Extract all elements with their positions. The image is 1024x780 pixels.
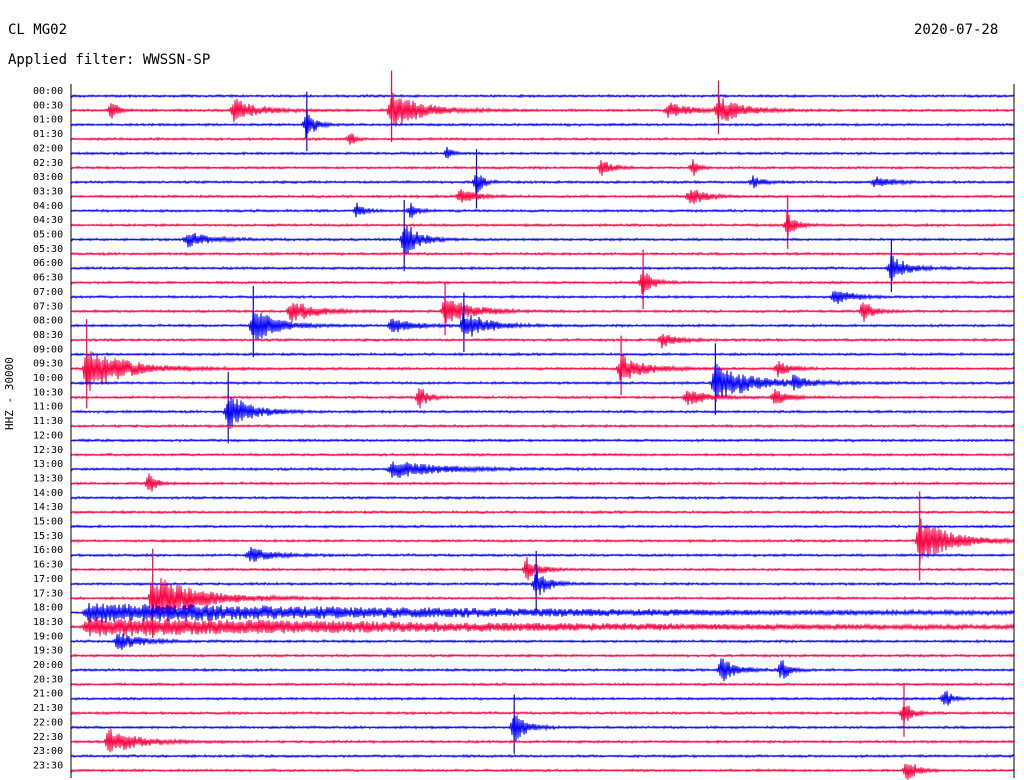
seismic-trace-row (70, 255, 1015, 281)
seismic-trace-row (70, 351, 1015, 392)
seismic-trace-row (70, 92, 1015, 127)
seismic-trace-row (70, 212, 1015, 237)
time-tick-label: 18:30 (33, 617, 63, 628)
seismic-trace-row (70, 202, 1015, 218)
seismic-trace-row (70, 437, 1015, 443)
time-tick-label: 03:00 (33, 172, 63, 183)
time-tick-label: 19:30 (33, 646, 63, 657)
time-tick-label: 00:00 (33, 86, 63, 97)
seismic-trace-row (70, 461, 1015, 478)
time-tick-label: 15:00 (33, 517, 63, 528)
time-tick-label: 12:00 (33, 430, 63, 441)
time-tick-label: 21:30 (33, 703, 63, 714)
seismic-trace-row (70, 518, 1015, 564)
time-tick-label: 23:00 (33, 746, 63, 757)
time-tick-label: 16:30 (33, 560, 63, 571)
time-tick-label: 08:00 (33, 316, 63, 327)
time-tick-label: 23:30 (33, 760, 63, 771)
time-tick-label: 15:30 (33, 531, 63, 542)
seismic-trace-row (70, 267, 1015, 295)
time-tick-label: 02:30 (33, 158, 63, 169)
time-tick-label: 16:00 (33, 545, 63, 556)
seismic-trace-row (70, 633, 1015, 651)
time-tick-label: 05:00 (33, 230, 63, 241)
time-tick-label: 22:30 (33, 732, 63, 743)
seismic-trace-row (70, 297, 1015, 324)
time-tick-label: 22:00 (33, 717, 63, 728)
time-tick-label: 09:00 (33, 344, 63, 355)
time-tick-label: 09:30 (33, 359, 63, 370)
time-tick-label: 20:30 (33, 674, 63, 685)
time-tick-label: 00:30 (33, 100, 63, 111)
time-tick-label: 10:30 (33, 387, 63, 398)
seismic-trace-row (70, 715, 1015, 742)
time-tick-label: 21:00 (33, 689, 63, 700)
seismic-trace-row (70, 188, 1015, 205)
time-tick-labels: 00:00 00:30 01:00 01:30 02:00 02:30 03:00 03:30… (33, 86, 63, 771)
seismic-trace-row (70, 423, 1015, 429)
time-tick-label: 11:00 (33, 402, 63, 413)
time-tick-label: 07:30 (33, 301, 63, 312)
time-tick-label: 04:00 (33, 201, 63, 212)
seismic-trace-row (70, 473, 1015, 492)
time-tick-label: 14:00 (33, 488, 63, 499)
time-tick-label: 17:00 (33, 574, 63, 585)
time-tick-label: 02:00 (33, 143, 63, 154)
seismic-trace-row (70, 690, 1015, 706)
seismic-trace-row (70, 524, 1015, 529)
seismic-trace-row (70, 509, 1015, 515)
seismic-trace-row (70, 251, 1015, 257)
time-tick-label: 01:30 (33, 129, 63, 140)
seismic-trace-row (70, 728, 1015, 753)
seismic-trace-row (70, 388, 1015, 409)
time-tick-label: 20:00 (33, 660, 63, 671)
seismic-trace-row (70, 653, 1015, 659)
seismic-trace-row (70, 333, 1015, 349)
seismic-trace-row (70, 146, 1015, 159)
time-tick-label: 14:30 (33, 502, 63, 513)
seismic-trace-row (70, 547, 1015, 562)
time-tick-label: 19:00 (33, 631, 63, 642)
seismic-trace-row (70, 225, 1015, 256)
time-tick-label: 13:00 (33, 459, 63, 470)
time-tick-label: 04:30 (33, 215, 63, 226)
time-tick-label: 01:00 (33, 115, 63, 126)
seismic-trace-row (70, 108, 1015, 138)
time-tick-label: 03:30 (33, 186, 63, 197)
seismic-trace-row (70, 93, 1015, 99)
time-tick-label: 12:30 (33, 445, 63, 456)
time-tick-label: 06:00 (33, 258, 63, 269)
time-tick-label: 05:30 (33, 244, 63, 255)
helicorder-page: CL MG02 Applied filter: WWSSN-SP 2020-07… (0, 0, 1024, 780)
seismic-trace-row (70, 159, 1015, 176)
seismic-trace-row (70, 397, 1015, 430)
time-tick-label: 06:30 (33, 273, 63, 284)
time-tick-label: 18:00 (33, 603, 63, 614)
seismic-trace-row (70, 753, 1015, 759)
helicorder-plot: 00:00 00:30 01:00 01:30 02:00 02:30 03:00 03:30… (33, 70, 1015, 780)
seismic-trace-row (70, 452, 1015, 458)
seismic-trace-row (70, 495, 1015, 501)
plot-frame (70, 84, 1015, 778)
seismic-trace-row (70, 351, 1015, 357)
time-tick-label: 11:30 (33, 416, 63, 427)
seismic-traces (70, 70, 1015, 780)
seismic-trace-row (70, 133, 1015, 145)
time-tick-label: 10:00 (33, 373, 63, 384)
time-tick-label: 07:00 (33, 287, 63, 298)
seismic-trace-row (70, 681, 1015, 687)
time-tick-label: 13:30 (33, 473, 63, 484)
time-tick-label: 17:30 (33, 588, 63, 599)
seismic-trace-row (70, 763, 1015, 780)
seismic-trace-row (70, 175, 1015, 194)
seismic-trace-row (70, 312, 1015, 340)
seismic-trace-row (70, 602, 1015, 623)
seismic-trace-row (70, 569, 1015, 596)
time-tick-label: 08:30 (33, 330, 63, 341)
seismic-trace-row (70, 291, 1015, 305)
seismic-trace-row (70, 658, 1015, 682)
seismic-trace-row (70, 705, 1015, 725)
